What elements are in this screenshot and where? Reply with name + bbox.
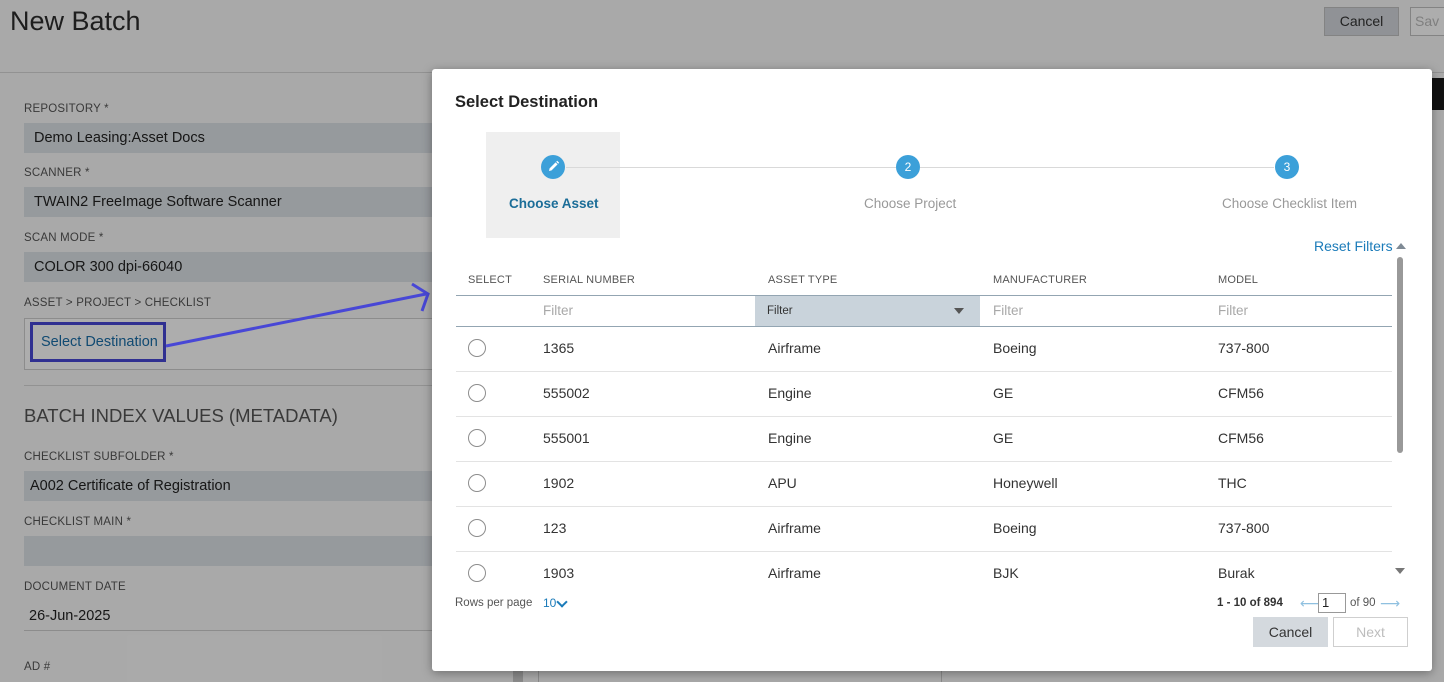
row-select-radio[interactable] <box>468 519 486 537</box>
stepper: Choose Asset 2 Choose Project 3 Choose C… <box>486 132 1386 238</box>
table-scrollbar[interactable] <box>1395 257 1405 583</box>
table-row[interactable]: 555001 Engine GE CFM56 <box>456 417 1392 462</box>
step-connector <box>920 167 1274 168</box>
step-1-label[interactable]: Choose Asset <box>509 196 599 211</box>
serial-cell: 1903 <box>543 565 575 581</box>
model-cell: CFM56 <box>1218 430 1264 446</box>
serial-cell: 1365 <box>543 340 575 356</box>
asset-type-filter-value: Filter <box>767 305 793 317</box>
reset-filters-link[interactable]: Reset Filters <box>1314 238 1393 254</box>
step-1-pencil-icon[interactable] <box>541 155 565 179</box>
scrollbar-thumb[interactable] <box>1397 257 1403 453</box>
table-row[interactable]: 123 Airframe Boeing 737-800 <box>456 507 1392 552</box>
manufacturer-cell: BJK <box>993 565 1019 581</box>
serial-filter-input[interactable]: Filter <box>543 296 573 326</box>
dropdown-triangle-icon <box>954 308 964 314</box>
model-cell: Burak <box>1218 565 1255 581</box>
manufacturer-cell: Boeing <box>993 340 1037 356</box>
model-cell: CFM56 <box>1218 385 1264 401</box>
scroll-up-icon[interactable] <box>1396 243 1406 249</box>
asset-type-cell: Airframe <box>768 520 821 536</box>
model-filter-input[interactable]: Filter <box>1218 296 1248 326</box>
model-cell: THC <box>1218 475 1247 491</box>
column-header-select: SELECT <box>468 274 512 286</box>
rows-per-page-label: Rows per page <box>455 597 533 609</box>
table-header: SELECT SERIAL NUMBER ASSET TYPE MANUFACT… <box>456 264 1392 296</box>
manufacturer-cell: Boeing <box>993 520 1037 536</box>
asset-table: SELECT SERIAL NUMBER ASSET TYPE MANUFACT… <box>456 264 1392 592</box>
step-3-circle[interactable]: 3 <box>1275 155 1299 179</box>
serial-cell: 555002 <box>543 385 590 401</box>
asset-type-filter-select[interactable]: Filter <box>755 296 980 326</box>
next-page-arrow-icon[interactable]: ⟶ <box>1380 595 1400 612</box>
manufacturer-filter-input[interactable]: Filter <box>993 296 1023 326</box>
manufacturer-cell: GE <box>993 385 1014 401</box>
dialog-cancel-button[interactable]: Cancel <box>1253 617 1328 647</box>
manufacturer-cell: GE <box>993 430 1014 446</box>
serial-cell: 123 <box>543 520 567 536</box>
rows-per-page-select[interactable]: 10 <box>543 596 556 610</box>
asset-type-cell: Engine <box>768 385 812 401</box>
column-header-asset-type[interactable]: ASSET TYPE <box>768 274 837 286</box>
total-pages: of 90 <box>1350 597 1376 609</box>
row-select-radio[interactable] <box>468 429 486 447</box>
column-header-model[interactable]: MODEL <box>1218 274 1258 286</box>
column-header-serial[interactable]: SERIAL NUMBER <box>543 274 635 286</box>
model-cell: 737-800 <box>1218 520 1270 536</box>
manufacturer-cell: Honeywell <box>993 475 1058 491</box>
asset-type-cell: Engine <box>768 430 812 446</box>
pagination: Rows per page 10 1 - 10 of 894 ⟵ 1 of 90… <box>455 593 1400 619</box>
table-row[interactable]: 555002 Engine GE CFM56 <box>456 372 1392 417</box>
asset-type-cell: APU <box>768 475 797 491</box>
page-number-input[interactable]: 1 <box>1318 593 1346 613</box>
column-header-manufacturer[interactable]: MANUFACTURER <box>993 274 1087 286</box>
step-2-label[interactable]: Choose Project <box>864 196 956 211</box>
table-row[interactable]: 1903 Airframe BJK Burak <box>456 552 1392 592</box>
page-range: 1 - 10 of 894 <box>1217 597 1283 609</box>
dialog-next-button[interactable]: Next <box>1333 617 1408 647</box>
row-select-radio[interactable] <box>468 474 486 492</box>
dialog-title: Select Destination <box>455 93 599 111</box>
step-3-label[interactable]: Choose Checklist Item <box>1222 196 1357 211</box>
serial-cell: 1902 <box>543 475 575 491</box>
asset-type-cell: Airframe <box>768 340 821 356</box>
table-row[interactable]: 1365 Airframe Boeing 737-800 <box>456 327 1392 372</box>
step-connector <box>566 167 896 168</box>
asset-type-cell: Airframe <box>768 565 821 581</box>
chevron-down-icon[interactable] <box>556 596 568 608</box>
model-cell: 737-800 <box>1218 340 1270 356</box>
scroll-down-icon[interactable] <box>1395 568 1405 574</box>
select-destination-dialog: Select Destination Choose Asset 2 Choose… <box>432 69 1432 671</box>
serial-cell: 555001 <box>543 430 590 446</box>
step-2-circle[interactable]: 2 <box>896 155 920 179</box>
filter-row: Filter Filter Filter Filter <box>456 296 1392 327</box>
row-select-radio[interactable] <box>468 339 486 357</box>
table-row[interactable]: 1902 APU Honeywell THC <box>456 462 1392 507</box>
step-active-highlight <box>486 132 620 238</box>
row-select-radio[interactable] <box>468 564 486 582</box>
row-select-radio[interactable] <box>468 384 486 402</box>
